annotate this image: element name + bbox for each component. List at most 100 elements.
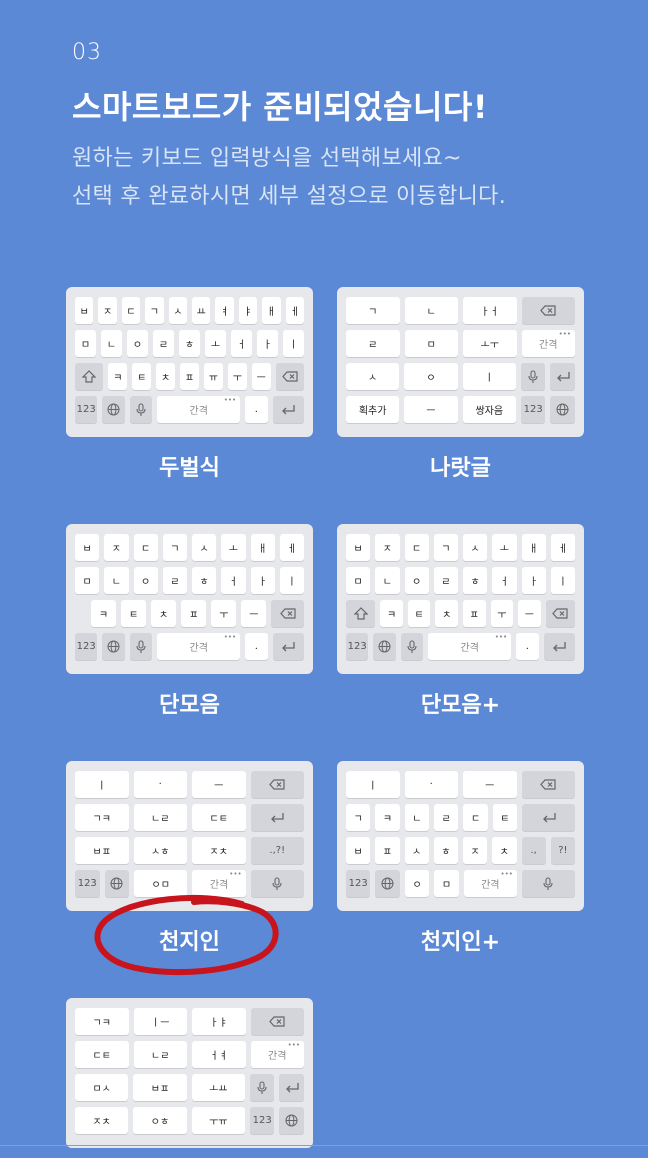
keyboard-option-3[interactable]: ㅂ ㅈ ㄷ ㄱ ㅅ ㅗ ㅐ ㅔㅁ ㄴ ㅇ ㄹ ㅎ ㅓ ㅏ ㅣㅋ ㅌ ㅊ ㅍ ㅜ ㅡ 123 간격 •••.: [66, 524, 313, 674]
key: ㅐ: [262, 297, 281, 324]
key-label: ㅡ: [214, 781, 224, 792]
space-key: 간격 •••: [192, 870, 246, 897]
keyboard-row: 획추가 ㅡ 쌍자음 123: [337, 396, 584, 423]
key: ㅇ: [127, 330, 148, 357]
key: .,: [521, 837, 546, 864]
key-label: ㅂ: [79, 307, 89, 318]
enter-key: [272, 396, 304, 423]
key-label: 간격: [539, 340, 558, 351]
keyboard-row: ㅋㅌㅊㅍㅜㅡ: [66, 600, 313, 627]
backspace-key: [250, 1008, 304, 1035]
key-label: 간격: [481, 880, 500, 891]
backspace-icon: [282, 371, 298, 382]
keyboard-row: ㅂㅈㄷㄱㅅㅗㅐㅔ: [337, 534, 584, 561]
key-label: 간격: [209, 880, 229, 891]
keyboard-row: 123 간격 •••.: [66, 396, 313, 423]
key: ㅜ: [227, 363, 247, 390]
key: ㅍ: [180, 363, 199, 390]
enter-key: [279, 1074, 304, 1101]
key-label: ㅣ: [558, 577, 568, 588]
key: 획추가: [346, 396, 400, 423]
key: ㄹ: [153, 330, 174, 357]
language-key: [373, 633, 396, 660]
key: ㅅ: [168, 297, 187, 324]
key: ㅋ: [91, 600, 117, 627]
enter-icon: [269, 812, 285, 824]
language-key: [102, 633, 125, 660]
keyboard-option-label[interactable]: 두벌식: [66, 450, 313, 482]
key: ㅎ: [179, 330, 200, 357]
keyboard-option-7[interactable]: ㄱㅋ ㅣㅡ ㅏㅑ ㄷㅌ ㄴㄹ ㅓㅕ 간격 ••• ㅁㅅ ㅂㅍ ㅗㅛ ㅈㅊ ㅇㅎ ㅜㅠ 123: [66, 998, 313, 1148]
key-label: ㅇ: [412, 880, 422, 891]
keyboard-option-label[interactable]: 단모음+: [337, 687, 584, 719]
key: ㅅ: [192, 534, 217, 561]
globe-icon: [107, 640, 120, 653]
keyboard-row: ㄱㅋ ㅣㅡ ㅏㅑ: [66, 1008, 313, 1035]
key: ㄱ: [162, 534, 187, 561]
key-label: ㅌ: [500, 814, 510, 825]
keyboard-option-1[interactable]: ㅂ ㅈ ㄷ ㄱ ㅅ ㅛ ㅕ ㅑ ㅐ ㅔㅁ ㄴ ㅇ ㄹ ㅎ ㅗ ㅓ ㅏ ㅣㅋ ㅌ ㅊ ㅍ ㅠ ㅜ ㅡ 123 간격 •••.: [66, 287, 313, 437]
key-label: ㅐ: [266, 307, 276, 318]
key-label: ㅡ: [524, 610, 534, 621]
key-label: .: [254, 404, 258, 415]
key: ㅡ: [463, 771, 517, 798]
enter-key: [550, 363, 575, 390]
key-label: ㅍ: [184, 373, 195, 384]
key: ㄷ: [121, 297, 141, 324]
enter-key: [250, 804, 304, 831]
key-label: ㅗ: [499, 544, 509, 555]
key-label: 123: [77, 878, 97, 889]
key-label: ㄷㅌ: [92, 1051, 111, 1062]
key: ㅂ: [346, 837, 371, 864]
key-label: .: [254, 641, 258, 652]
key: ㅍ: [181, 600, 207, 627]
key: ㅛ: [192, 297, 211, 324]
key-label: ㅊ: [159, 610, 169, 621]
mic-key: [520, 363, 546, 390]
key: ㅂ: [75, 534, 100, 561]
key-label: ㄴ: [426, 307, 436, 318]
keyboard-option-label[interactable]: 천지인+: [337, 924, 584, 956]
keyboard-option-label[interactable]: 나랏글: [337, 450, 584, 482]
key-label: ㅅ: [173, 307, 183, 318]
keyboard-row: ㅈㅊ ㅇㅎ ㅜㅠ 123: [66, 1107, 313, 1134]
key-label: ㅓ: [228, 577, 238, 588]
key: ㅌ: [492, 804, 518, 831]
key: ㄷ: [404, 534, 429, 561]
keyboard-option-2[interactable]: ㄱ ㄴ ㅏㅓㄹ ㅁ ㅗㅜ 간격 ••• ㅅ ㅇ ㅣ 획추가 ㅡ 쌍자음 123: [337, 287, 584, 437]
key: ㅏ: [521, 567, 546, 594]
shift-key: [75, 363, 104, 390]
key: ㄱ: [346, 804, 371, 831]
keyboard-row: ㅁㅅ ㅂㅍ ㅗㅛ: [66, 1074, 313, 1101]
key: ㅅ: [346, 363, 400, 390]
key-label: ㅂㅍ: [150, 1084, 170, 1095]
keyboard-option-label[interactable]: 단모음: [66, 687, 313, 719]
keyboard-row: ㅅㅇㅣ: [337, 363, 584, 390]
keyboard-option-5[interactable]: ㅣ · ㅡㄱㅋ ㄴㄹ ㄷㅌ ㅂㅍ ㅅㅎ ㅈㅊ.,?! 123 ㅇㅁ 간격 •••: [66, 761, 313, 911]
key: ㅜ: [211, 600, 237, 627]
key: ㅡ: [241, 600, 267, 627]
key-label: ㄷ: [141, 544, 151, 555]
key-label: ㅏ: [262, 340, 273, 351]
key-label: ㅅ: [412, 847, 422, 858]
key-label: ㅎ: [184, 340, 195, 351]
keyboard-option-6[interactable]: ㅣ · ㅡㄱ ㅋ ㄴ ㄹ ㄷ ㅌㅂ ㅍ ㅅ ㅎ ㅈ ㅊ.,?! 123 ㅇ ㅁ 간격 •••: [337, 761, 584, 911]
keyboard-option-label[interactable]: 천지인: [66, 924, 313, 956]
key-label: ㅣ: [288, 340, 299, 351]
key: ㅌ: [132, 363, 152, 390]
key-label: ㅎ: [199, 577, 209, 588]
key: ㄹ: [433, 567, 458, 594]
key-label: ㅊ: [160, 373, 171, 384]
mic-key: [129, 396, 153, 423]
key-label: ㅋ: [382, 814, 393, 825]
key: ㄷ: [133, 534, 158, 561]
key: ㅡ: [192, 771, 246, 798]
key: ㅂ: [75, 297, 94, 324]
backspace-icon: [552, 608, 568, 619]
key: ㅋ: [380, 600, 403, 627]
key: ㄷㅌ: [75, 1041, 129, 1068]
more-dots-icon: •••: [229, 870, 242, 878]
keyboard-option-4[interactable]: ㅂ ㅈ ㄷ ㄱ ㅅ ㅗ ㅐ ㅔㅁ ㄴ ㅇ ㄹ ㅎ ㅓ ㅏ ㅣㅋ ㅌ ㅊ ㅍ ㅜ ㅡ 123 간격 •••.: [337, 524, 584, 674]
keyboard-row: ㄱㅋ ㄴㄹ ㄷㅌ: [66, 804, 313, 831]
key-label: ㅅ: [470, 544, 480, 555]
